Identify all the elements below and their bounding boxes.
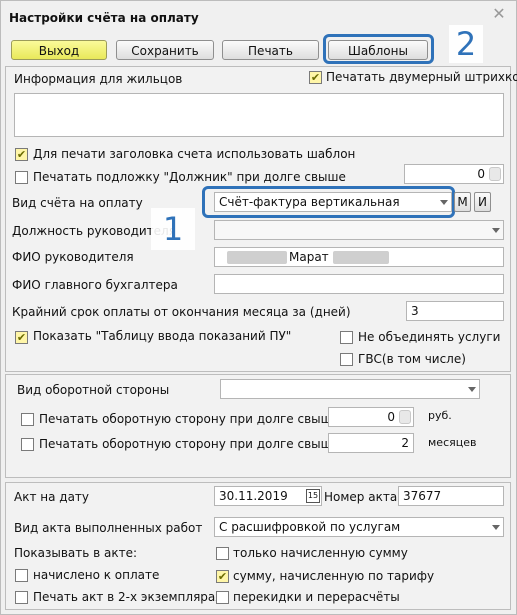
spin-icon[interactable]	[399, 410, 411, 424]
head-name-label: ФИО руководителя	[12, 250, 134, 264]
print-two-copies-label: Печать акт в 2-х экземплярах	[33, 590, 223, 604]
act-date-input[interactable]: 30.11.2019 15	[214, 486, 322, 506]
chevron-down-icon	[492, 228, 500, 233]
show-meter-table-checkbox[interactable]: ✔	[15, 331, 28, 344]
act-type-value: С расшифровкой по услугам	[219, 520, 401, 534]
sum-by-tariff-label: сумму, начисленную по тарифу	[233, 569, 435, 583]
back-side-panel: Вид оборотной стороны Печатать оборотную…	[5, 374, 511, 478]
transfers-label: перекидки и перерасчёты	[233, 590, 400, 604]
invoice-type-highlight	[202, 186, 455, 218]
act-date-value: 30.11.2019	[219, 489, 288, 503]
invoice-type-label: Вид счёта на оплату	[12, 196, 143, 210]
act-date-label: Акт на дату	[14, 490, 90, 504]
hot-water-label: ГВС(в том числе)	[358, 352, 466, 366]
print-barcode-label: Печатать двумерный штрихкод	[326, 70, 517, 84]
show-meter-table-label: Показать "Таблицу ввода показаний ПУ"	[33, 329, 292, 343]
invoice-settings-panel: Информация для жильцов ✔ Печатать двумер…	[5, 66, 517, 372]
print-back-months-unit: месяцев	[428, 436, 477, 449]
title-bar: Настройки счёта на оплату ✕	[1, 1, 516, 33]
spin-icon[interactable]	[489, 167, 501, 181]
print-back-months-value: 2	[401, 436, 409, 450]
print-back-debt-unit: руб.	[428, 409, 452, 422]
print-back-months-input[interactable]: 2	[328, 433, 414, 453]
print-back-debt-value: 0	[387, 410, 395, 424]
no-merge-services-label: Не объединять услуги	[358, 330, 501, 344]
only-accrued-checkbox[interactable]	[216, 547, 229, 560]
close-icon[interactable]: ✕	[492, 6, 506, 22]
chevron-down-icon	[492, 525, 500, 530]
residents-info-textarea[interactable]	[14, 93, 504, 137]
back-side-select[interactable]	[220, 379, 480, 399]
hot-water-checkbox[interactable]	[340, 353, 353, 366]
accrued-to-pay-checkbox[interactable]	[15, 569, 28, 582]
chief-accountant-label: ФИО главного бухгалтера	[12, 278, 178, 292]
act-type-select[interactable]: С расшифровкой по услугам	[214, 517, 504, 537]
sum-by-tariff-checkbox[interactable]: ✔	[216, 570, 229, 583]
residents-info-label: Информация для жильцов	[14, 72, 183, 86]
redacted-text	[227, 251, 287, 264]
head-name-value: Марат	[289, 250, 329, 264]
accrued-to-pay-label: начислено к оплате	[33, 568, 160, 582]
debtor-threshold-input[interactable]: 0	[404, 164, 504, 184]
print-back-debt-checkbox[interactable]	[21, 413, 34, 426]
annotation-marker-1: 1	[151, 208, 195, 250]
invoice-m-button[interactable]: М	[454, 192, 471, 212]
exit-button[interactable]: Выход	[11, 40, 107, 60]
settings-window: Настройки счёта на оплату ✕ Выход Сохран…	[0, 0, 517, 615]
act-number-label: Номер акта	[324, 490, 398, 504]
head-position-select[interactable]	[214, 220, 504, 240]
annotation-marker-2: 2	[449, 25, 483, 63]
print-back-debt-input[interactable]: 0	[328, 407, 414, 427]
print-barcode-checkbox[interactable]: ✔	[309, 71, 322, 84]
transfers-checkbox[interactable]	[216, 591, 229, 604]
show-in-act-label: Показывать в акте:	[14, 546, 138, 560]
back-side-label: Вид оборотной стороны	[17, 383, 170, 397]
print-debtor-checkbox[interactable]	[15, 171, 28, 184]
invoice-i-button[interactable]: И	[474, 192, 491, 212]
use-template-checkbox[interactable]: ✔	[15, 148, 28, 161]
print-back-debt-label: Печатать оборотную сторону при долге свы…	[39, 412, 340, 426]
act-panel: Акт на дату 30.11.2019 15 Номер акта 376…	[5, 482, 511, 610]
window-title: Настройки счёта на оплату	[9, 11, 199, 25]
no-merge-services-checkbox[interactable]	[340, 331, 353, 344]
act-number-value: 37677	[403, 489, 442, 503]
act-number-input[interactable]: 37677	[398, 486, 504, 506]
print-debtor-label: Печатать подложку "Должник" при долге св…	[33, 170, 346, 184]
payment-deadline-value: 3	[411, 304, 419, 318]
save-button[interactable]: Сохранить	[116, 40, 214, 60]
print-two-copies-checkbox[interactable]	[15, 591, 28, 604]
print-button[interactable]: Печать	[222, 40, 319, 60]
print-back-months-label: Печатать оборотную сторону при долге свы…	[39, 437, 340, 451]
debtor-threshold-value: 0	[477, 167, 485, 181]
templates-highlight	[323, 34, 434, 64]
calendar-icon[interactable]: 15	[306, 489, 320, 503]
only-accrued-label: только начисленную сумму	[233, 546, 408, 560]
print-back-months-checkbox[interactable]	[21, 438, 34, 451]
redacted-text	[333, 251, 389, 264]
payment-deadline-input[interactable]: 3	[406, 301, 504, 321]
payment-deadline-label: Крайний срок оплаты от окончания месяца …	[12, 305, 351, 319]
chief-accountant-input[interactable]	[214, 274, 504, 294]
act-type-label: Вид акта выполненных работ	[14, 521, 203, 535]
chevron-down-icon	[468, 387, 476, 392]
head-name-input[interactable]: Марат	[214, 247, 504, 267]
use-template-label: Для печати заголовка счета использовать …	[33, 147, 356, 161]
